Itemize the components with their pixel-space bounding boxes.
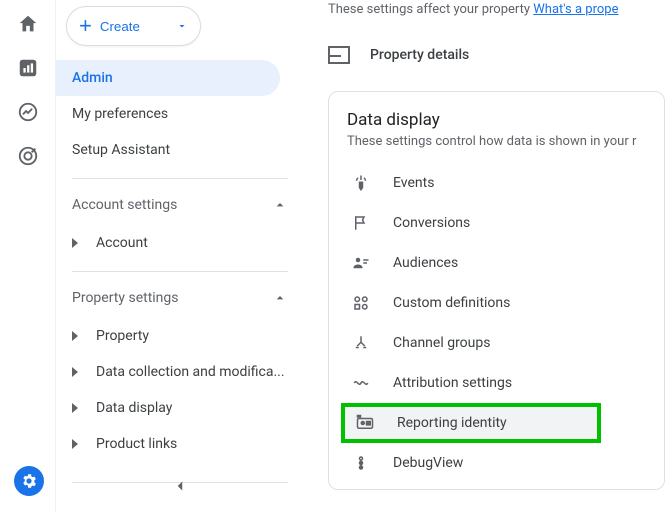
tree-item-property[interactable]: Property bbox=[56, 318, 304, 354]
debug-icon bbox=[351, 453, 371, 473]
section-property-label: Property settings bbox=[72, 290, 179, 306]
row-reporting-identity[interactable]: Reporting identity bbox=[341, 403, 601, 443]
section-property-settings[interactable]: Property settings bbox=[56, 278, 304, 318]
main-panel: These settings affect your property What… bbox=[304, 0, 665, 512]
data-display-card: Data display These settings control how … bbox=[328, 91, 665, 490]
caret-right-icon bbox=[72, 367, 78, 377]
nav-admin[interactable]: Admin bbox=[56, 60, 280, 96]
row-identity-label: Reporting identity bbox=[397, 415, 507, 431]
data-display-title: Data display bbox=[347, 110, 664, 130]
row-audiences[interactable]: Audiences bbox=[347, 243, 664, 283]
tree-item-data-collection[interactable]: Data collection and modifica... bbox=[56, 354, 304, 390]
tree-datadisp-label: Data display bbox=[96, 400, 172, 416]
plus-icon: + bbox=[79, 15, 92, 37]
touch-icon bbox=[351, 173, 371, 193]
data-display-subtitle: These settings control how data is shown… bbox=[347, 134, 664, 149]
row-attribution-settings[interactable]: Attribution settings bbox=[347, 363, 664, 403]
tree-item-product-links[interactable]: Product links bbox=[56, 426, 304, 462]
target-icon[interactable] bbox=[16, 144, 40, 168]
sidebar: + Create Admin My preferences Setup Assi… bbox=[56, 0, 304, 512]
people-icon bbox=[351, 253, 371, 273]
chevron-up-icon bbox=[272, 197, 288, 213]
property-details-icon bbox=[328, 46, 350, 64]
property-details-row[interactable]: Property details bbox=[328, 31, 665, 79]
caret-right-icon bbox=[72, 331, 78, 341]
chevron-up-icon bbox=[272, 290, 288, 306]
nav-setup-assistant[interactable]: Setup Assistant bbox=[56, 132, 280, 168]
nav-admin-label: Admin bbox=[72, 70, 113, 86]
channel-icon bbox=[351, 333, 371, 353]
property-details-label: Property details bbox=[370, 47, 469, 63]
row-debugview[interactable]: DebugView bbox=[347, 443, 664, 483]
row-conversions-label: Conversions bbox=[393, 215, 470, 231]
tree-property-label: Property bbox=[96, 328, 149, 344]
row-channel-label: Channel groups bbox=[393, 335, 490, 351]
caret-right-icon bbox=[72, 238, 78, 248]
attribution-icon bbox=[351, 373, 371, 393]
row-events[interactable]: Events bbox=[347, 163, 664, 203]
row-attribution-label: Attribution settings bbox=[393, 375, 512, 391]
row-customdef-label: Custom definitions bbox=[393, 295, 510, 311]
explore-icon[interactable] bbox=[16, 100, 40, 124]
row-custom-definitions[interactable]: Custom definitions bbox=[347, 283, 664, 323]
row-events-label: Events bbox=[393, 175, 434, 191]
collapse-sidebar-button[interactable] bbox=[171, 477, 189, 500]
caret-right-icon bbox=[72, 403, 78, 413]
create-button[interactable]: + Create bbox=[66, 6, 201, 46]
top-hint-text: These settings affect your property bbox=[328, 2, 533, 17]
create-label: Create bbox=[100, 19, 140, 34]
nav-prefs-label: My preferences bbox=[72, 106, 168, 122]
divider bbox=[72, 271, 288, 272]
custom-def-icon bbox=[351, 293, 371, 313]
flag-icon bbox=[351, 213, 371, 233]
left-rail bbox=[0, 0, 56, 512]
caret-right-icon bbox=[72, 439, 78, 449]
tree-item-data-display[interactable]: Data display bbox=[56, 390, 304, 426]
tree-account-label: Account bbox=[96, 235, 148, 251]
row-conversions[interactable]: Conversions bbox=[347, 203, 664, 243]
home-icon[interactable] bbox=[16, 12, 40, 36]
bar-chart-icon[interactable] bbox=[16, 56, 40, 80]
identity-icon bbox=[355, 413, 375, 433]
tree-prodlinks-label: Product links bbox=[96, 436, 177, 452]
row-channel-groups[interactable]: Channel groups bbox=[347, 323, 664, 363]
nav-my-preferences[interactable]: My preferences bbox=[56, 96, 280, 132]
admin-gear-icon[interactable] bbox=[14, 466, 44, 496]
section-account-label: Account settings bbox=[72, 197, 177, 213]
whats-a-property-link[interactable]: What's a prope bbox=[533, 2, 618, 17]
nav-setup-label: Setup Assistant bbox=[72, 142, 170, 158]
divider bbox=[72, 178, 288, 179]
section-account-settings[interactable]: Account settings bbox=[56, 185, 304, 225]
top-hint: These settings affect your property What… bbox=[328, 2, 665, 17]
row-debug-label: DebugView bbox=[393, 455, 463, 471]
tree-datacoll-label: Data collection and modifica... bbox=[96, 364, 285, 380]
tree-item-account[interactable]: Account bbox=[56, 225, 304, 261]
row-audiences-label: Audiences bbox=[393, 255, 458, 271]
chevron-down-icon bbox=[176, 20, 188, 32]
